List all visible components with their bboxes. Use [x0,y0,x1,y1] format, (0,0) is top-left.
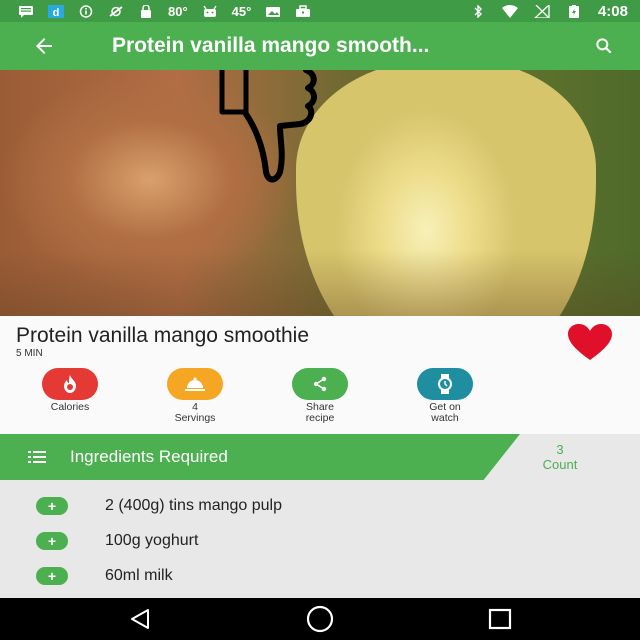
square-recents-icon [488,608,512,630]
add-ingredient-button[interactable]: + [36,567,68,585]
lock-icon [141,4,151,18]
circle-home-icon [306,605,334,633]
battery-icon [568,4,579,18]
back-button[interactable] [20,22,68,70]
ingredient-text: 60ml milk [105,567,173,584]
favorite-button[interactable] [566,324,614,364]
servings-action[interactable]: 4 Servings [155,368,235,424]
signal-icon [534,4,550,18]
ingredient-text: 2 (400g) tins mango pulp [105,497,282,514]
bluetooth-icon [474,4,482,18]
arrow-back-icon [36,38,52,54]
heart-icon [568,324,612,360]
calories-label: Calories [50,401,90,413]
clock: 4:08 [597,2,628,20]
search-icon [596,38,612,54]
ingredient-item: + 60ml milk [0,561,640,591]
share-recipe-label: Share recipe [305,401,335,424]
screen: d 80° 45° 4:08 Protein vanilla mango smo… [0,0,640,640]
nav-back-button[interactable] [120,604,160,634]
ingredients-count-value: 3 [556,442,564,457]
ingredients-count: 3 Count [520,442,600,472]
plus-icon: + [47,533,57,549]
no-location-icon [109,5,123,17]
list-icon [28,451,46,463]
ingredient-text: 100g yoghurt [105,532,199,549]
recipe-info-panel: Protein vanilla mango smoothie 5 MIN Cal… [0,316,640,434]
flame-icon [64,375,76,393]
recipe-time: 5 MIN [16,348,43,359]
add-ingredient-button[interactable]: + [36,497,68,515]
recipe-title: Protein vanilla mango smoothie [16,324,309,347]
calories-circle [42,368,98,400]
d-app-icon: d [48,4,64,18]
get-on-watch-action[interactable]: Get on watch [405,368,485,424]
app-bar: Protein vanilla mango smooth... [0,22,640,70]
nav-home-button[interactable] [300,604,340,634]
ingredients-title: Ingredients Required [70,447,228,466]
triangle-back-icon [131,609,149,629]
svg-text:d: d [53,7,60,18]
calories-action[interactable]: Calories [30,368,110,413]
info-icon [79,4,93,18]
plus-icon: + [47,498,57,514]
search-button[interactable] [592,34,616,58]
ingredients-header-bar: Ingredients Required [0,434,520,480]
servings-label: 4 Servings [174,401,216,424]
servings-circle [167,368,223,400]
briefcase-icon [296,4,311,17]
ingredient-item: + 100g yoghurt [0,526,640,556]
plus-icon: + [47,568,57,584]
get-on-watch-label: Get on watch [429,401,461,424]
watch-circle [417,368,473,400]
recipe-hero-image [0,70,640,316]
message-icon [19,5,33,18]
wifi-icon [501,4,518,18]
temperature-2: 45° [231,3,252,19]
nav-recents-button[interactable] [480,604,520,634]
ingredients-list: + 2 (400g) tins mango pulp + 100g yoghur… [0,480,640,598]
add-ingredient-button[interactable]: + [36,532,68,550]
share-circle [292,368,348,400]
app-bar-title: Protein vanilla mango smooth... [112,34,430,57]
thumbs-down-icon[interactable] [216,70,326,188]
temperature-1: 80° [168,3,188,19]
ingredient-item: + 2 (400g) tins mango pulp [0,491,640,521]
ingredients-header: Ingredients Required 3 Count [0,434,640,480]
share-icon [313,376,327,392]
watch-icon [438,374,452,394]
system-nav-bar [0,598,640,640]
android-icon [203,5,217,17]
ingredients-count-label: Count [542,457,578,472]
cloche-icon [185,377,205,391]
status-bar: d 80° 45° 4:08 [0,0,640,22]
share-recipe-action[interactable]: Share recipe [280,368,360,424]
photo-icon [266,6,281,17]
